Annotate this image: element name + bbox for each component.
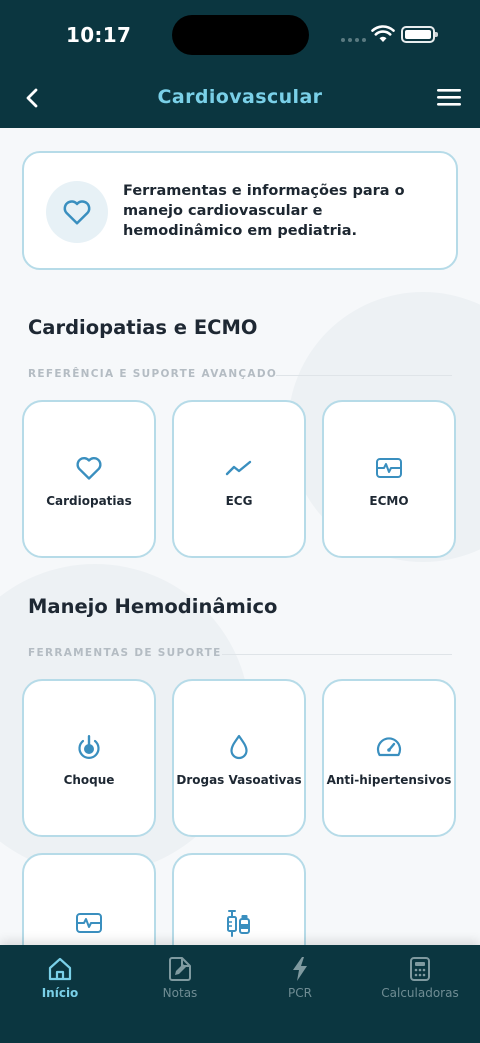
status-time: 10:17 [66,23,132,47]
section-divider [276,375,452,376]
info-card: Ferramentas e informações para o manejo … [22,151,458,270]
nav-pcr[interactable]: PCR [240,955,360,1000]
heart-icon [63,200,91,225]
home-icon [48,957,72,981]
tile-cardiopatias[interactable]: Cardiopatias [22,400,156,558]
gauge-icon [376,737,402,757]
section-divider [222,654,452,655]
nav-label: PCR [288,986,312,1000]
tile-medications[interactable] [172,853,306,945]
droplet-icon [230,734,248,760]
tile-label: Cardiopatias [46,494,132,508]
tile-monitor[interactable] [22,853,156,945]
hamburger-menu-icon [437,89,461,106]
battery-icon [401,26,438,43]
bottom-nav: Início Notas PCR Calculadoras [0,945,480,1043]
calculator-icon [410,957,430,981]
section-subtitle: FERRAMENTAS DE SUPORTE [28,647,222,659]
nav-inicio[interactable]: Início [0,955,120,1000]
lightning-icon [293,957,307,981]
tile-label: Anti-hipertensivos [326,773,452,787]
section-title-cardiopatias: Cardiopatias e ECMO [28,316,258,339]
dynamic-island [172,15,309,55]
tile-choque[interactable]: Choque [22,679,156,837]
monitor-pulse-icon [76,913,102,933]
signal-icon [341,38,366,42]
tile-drogas-vasoativas[interactable]: Drogas Vasoativas [172,679,306,837]
tile-anti-hipertensivos[interactable]: Anti-hipertensivos [322,679,456,837]
section-title-manejo: Manejo Hemodinâmico [28,595,278,618]
tile-label: ECG [225,494,253,508]
note-edit-icon [169,957,191,981]
wifi-icon [371,25,395,42]
nav-calculadoras[interactable]: Calculadoras [360,955,480,1000]
info-icon-circle [46,181,108,243]
tile-label: Choque [63,773,115,787]
nav-label: Calculadoras [381,986,459,1000]
tile-label: ECMO [369,494,409,508]
tile-ecg[interactable]: ECG [172,400,306,558]
monitor-pulse-icon [376,458,402,478]
nav-notas[interactable]: Notas [120,955,240,1000]
heart-icon [76,457,102,480]
main-content[interactable]: Ferramentas e informações para o manejo … [0,128,480,945]
menu-button[interactable] [436,86,464,110]
syringe-vial-icon [227,910,250,937]
power-target-icon [78,735,100,759]
info-text: Ferramentas e informações para o manejo … [123,183,405,239]
nav-label: Início [41,986,79,1000]
nav-label: Notas [162,986,198,1000]
trend-line-icon [225,460,252,476]
page-title: Cardiovascular [157,86,323,108]
tile-ecmo[interactable]: ECMO [322,400,456,558]
section-subtitle: REFERÊNCIA E SUPORTE AVANÇADO [28,368,278,380]
tile-label: Drogas Vasoativas [176,773,302,787]
top-bar: 10:17 Cardiovascular [0,0,480,128]
